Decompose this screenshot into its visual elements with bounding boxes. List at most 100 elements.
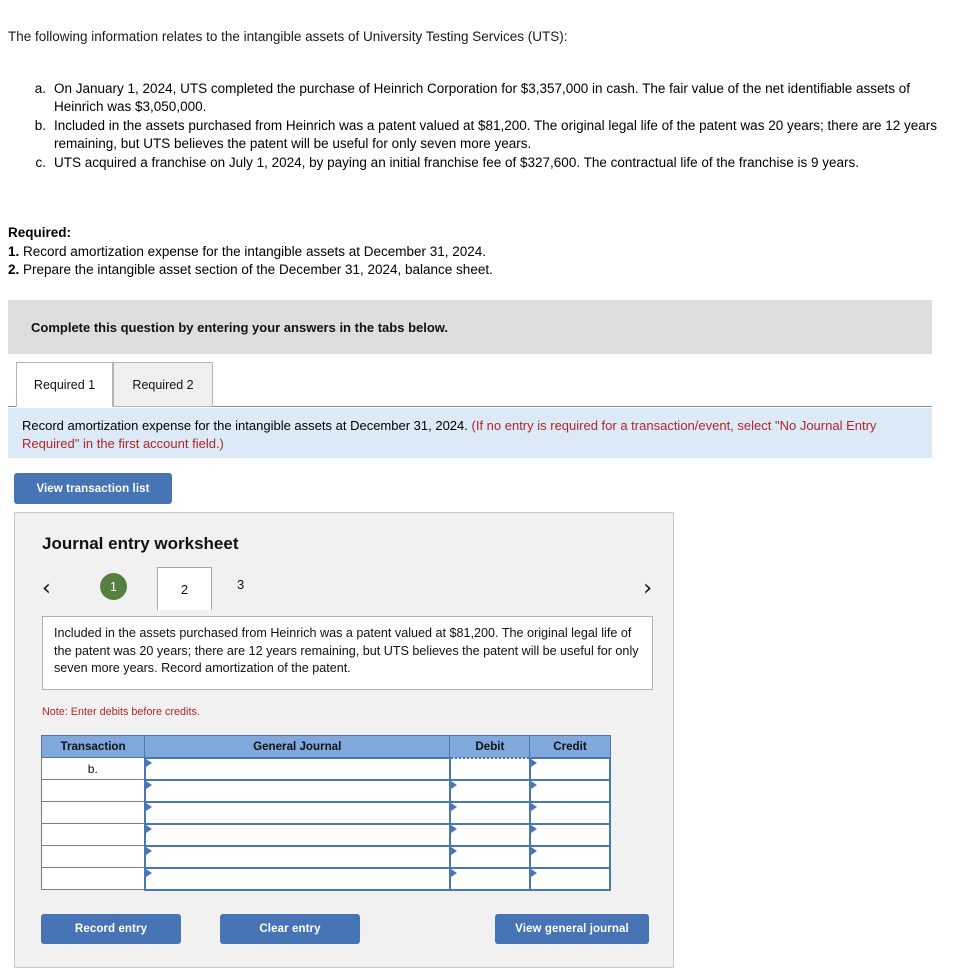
cell-debit[interactable] xyxy=(448,756,531,781)
dropdown-marker-icon xyxy=(530,868,537,877)
dropdown-marker-icon xyxy=(145,802,152,811)
instruction-banner: Complete this question by entering your … xyxy=(8,300,932,354)
table-row xyxy=(40,822,612,847)
cell-debit[interactable] xyxy=(448,778,531,803)
dropdown-marker-icon xyxy=(450,780,457,789)
cell-general-journal[interactable] xyxy=(143,844,451,869)
cell-general-journal[interactable] xyxy=(143,778,451,803)
table-row xyxy=(40,778,612,803)
cell-general-journal[interactable] xyxy=(143,756,451,781)
required-item-1: 1. Record amortization expense for the i… xyxy=(8,243,708,262)
dropdown-marker-icon xyxy=(145,824,152,833)
dropdown-marker-icon xyxy=(145,868,152,877)
fact-text: On January 1, 2024, UTS completed the pu… xyxy=(54,81,911,114)
dropdown-marker-icon xyxy=(450,868,457,877)
dropdown-marker-icon xyxy=(530,824,537,833)
required-title: Required: xyxy=(8,225,72,240)
cell-credit[interactable] xyxy=(528,866,612,891)
debits-before-credits-note: Note: Enter debits before credits. xyxy=(42,706,200,718)
cell-general-journal[interactable] xyxy=(143,800,451,825)
cell-debit[interactable] xyxy=(448,822,531,847)
cell-credit[interactable] xyxy=(528,822,612,847)
dropdown-marker-icon xyxy=(530,846,537,855)
instruction-banner-text: Complete this question by entering your … xyxy=(31,319,449,335)
table-row xyxy=(40,866,612,891)
tab-label: Required 2 xyxy=(132,377,194,392)
cell-debit[interactable] xyxy=(448,844,531,869)
record-entry-label: Record entry xyxy=(74,923,148,935)
dropdown-marker-icon xyxy=(145,846,152,855)
requirement-instruction-text: Record amortization expense for the inta… xyxy=(22,418,468,433)
fact-letter: c. xyxy=(35,155,46,170)
table-header-row: Transaction General Journal Debit Credit xyxy=(40,735,611,758)
view-transaction-list-button[interactable]: View transaction list xyxy=(14,473,172,504)
worksheet-page-3[interactable]: 3 xyxy=(237,577,244,592)
cell-transaction xyxy=(40,845,146,868)
dropdown-marker-icon xyxy=(530,758,537,767)
clear-entry-label: Clear entry xyxy=(259,923,321,935)
column-header-transaction: Transaction xyxy=(40,735,146,758)
required-item-text: Prepare the intangible asset section of … xyxy=(23,262,493,277)
column-header-credit: Credit xyxy=(529,735,611,758)
list-item: c. UTS acquired a franchise on July 1, 2… xyxy=(8,154,960,172)
cell-credit[interactable] xyxy=(528,778,612,803)
required-item-number: 1. xyxy=(8,243,20,259)
table-row xyxy=(40,844,612,869)
required-item-2: 2. Prepare the intangible asset section … xyxy=(8,261,708,280)
column-header-general-journal: General Journal xyxy=(144,735,451,758)
list-item: a. On January 1, 2024, UTS completed the… xyxy=(8,80,960,116)
worksheet-title: Journal entry worksheet xyxy=(42,534,239,553)
dropdown-marker-icon xyxy=(450,846,457,855)
table-row: b. xyxy=(40,756,612,781)
dropdown-marker-icon xyxy=(530,780,537,789)
dropdown-marker-icon xyxy=(145,780,152,789)
clear-entry-button[interactable]: Clear entry xyxy=(220,914,360,944)
view-transaction-list-label: View transaction list xyxy=(36,482,150,495)
journal-entry-table: Transaction General Journal Debit Credit… xyxy=(40,735,612,891)
cell-transaction xyxy=(40,801,146,824)
worksheet-page-1[interactable]: 1 xyxy=(100,573,127,600)
required-block: Required: 1. Record amortization expense… xyxy=(8,224,708,280)
list-item: b. Included in the assets purchased from… xyxy=(8,117,960,153)
view-general-journal-label: View general journal xyxy=(515,923,629,935)
requirement-instruction: Record amortization expense for the inta… xyxy=(8,408,932,458)
dropdown-marker-icon xyxy=(450,824,457,833)
cell-debit[interactable] xyxy=(448,866,531,891)
worksheet-page-1-label: 1 xyxy=(110,579,117,594)
column-header-debit: Debit xyxy=(449,735,531,758)
journal-entry-worksheet-panel: Journal entry worksheet ‹ 1 2 3 › Includ… xyxy=(14,512,674,968)
fact-text: Included in the assets purchased from He… xyxy=(54,118,938,151)
tab-label: Required 1 xyxy=(33,377,96,392)
question-page: The following information relates to the… xyxy=(0,0,970,980)
worksheet-description: Included in the assets purchased from He… xyxy=(42,616,653,690)
chevron-right-icon[interactable]: › xyxy=(643,575,652,603)
fact-letter: b. xyxy=(34,118,46,133)
cell-credit[interactable] xyxy=(528,844,612,869)
required-item-text: Record amortization expense for the inta… xyxy=(23,243,487,259)
cell-general-journal[interactable] xyxy=(143,866,451,891)
cell-transaction xyxy=(40,823,146,846)
cell-general-journal[interactable] xyxy=(143,822,451,847)
cell-transaction xyxy=(40,779,146,802)
dropdown-marker-icon xyxy=(530,802,537,811)
table-row xyxy=(40,800,612,825)
dropdown-marker-icon xyxy=(450,802,457,811)
cell-credit[interactable] xyxy=(528,756,612,781)
cell-transaction xyxy=(40,867,146,890)
chevron-left-icon[interactable]: ‹ xyxy=(42,575,51,603)
record-entry-button[interactable]: Record entry xyxy=(41,914,181,944)
fact-text: UTS acquired a franchise on July 1, 2024… xyxy=(54,155,859,170)
fact-letter: a. xyxy=(34,81,46,96)
requirement-tabs: Required 1 Required 2 xyxy=(8,362,932,408)
view-general-journal-button[interactable]: View general journal xyxy=(495,914,649,944)
tab-required-2[interactable]: Required 2 xyxy=(113,362,213,407)
intro-paragraph: The following information relates to the… xyxy=(8,29,568,44)
dropdown-marker-icon xyxy=(145,758,152,767)
tab-required-1[interactable]: Required 1 xyxy=(16,362,113,407)
facts-list: a. On January 1, 2024, UTS completed the… xyxy=(8,80,960,173)
worksheet-pager: ‹ 1 2 3 › xyxy=(42,567,652,610)
worksheet-page-2[interactable]: 2 xyxy=(157,567,212,610)
required-item-number: 2. xyxy=(8,262,20,277)
cell-debit[interactable] xyxy=(448,800,531,825)
cell-credit[interactable] xyxy=(528,800,612,825)
